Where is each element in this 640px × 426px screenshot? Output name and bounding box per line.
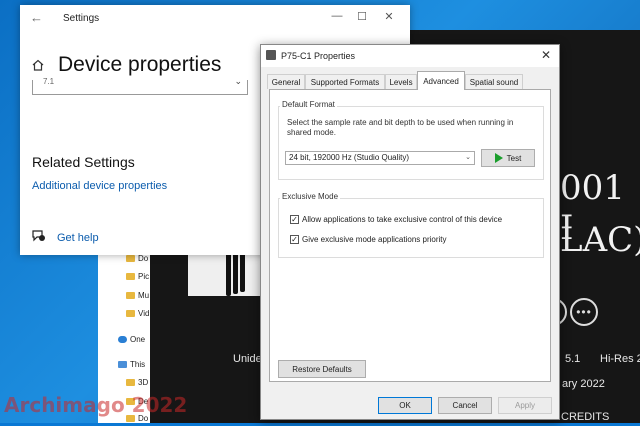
page-title: Device properties bbox=[58, 53, 222, 76]
format-select[interactable]: 24 bit, 192000 Hz (Studio Quality) ⌄ bbox=[285, 151, 475, 165]
restore-defaults-button[interactable]: Restore Defaults bbox=[278, 360, 366, 378]
help-icon bbox=[32, 230, 45, 242]
allow-exclusive-checkbox[interactable]: ✓ bbox=[290, 215, 299, 224]
release-date: ary 2022 bbox=[562, 378, 605, 390]
test-button[interactable]: Test bbox=[481, 149, 535, 167]
properties-dialog: P75-C1 Properties ✕ General Supported Fo… bbox=[260, 44, 560, 420]
speaker-icon bbox=[266, 50, 276, 60]
format-select-value: 24 bit, 192000 Hz (Studio Quality) bbox=[289, 153, 410, 162]
test-button-label: Test bbox=[506, 153, 522, 163]
chevron-down-icon: ⌄ bbox=[234, 76, 242, 86]
album-art bbox=[188, 248, 263, 296]
tab-supported-formats[interactable]: Supported Formats bbox=[305, 74, 385, 89]
hires-info: Hi-Res 2 bbox=[600, 353, 640, 365]
folder-icon bbox=[126, 291, 135, 299]
home-icon bbox=[32, 59, 44, 71]
tab-levels[interactable]: Levels bbox=[385, 74, 417, 89]
cancel-button[interactable]: Cancel bbox=[438, 397, 492, 414]
back-arrow-icon[interactable]: ← bbox=[30, 10, 43, 25]
play-icon bbox=[494, 153, 503, 163]
folder-icon bbox=[126, 309, 135, 317]
allow-exclusive-label: Allow applications to take exclusive con… bbox=[302, 215, 503, 224]
cloud-icon bbox=[118, 335, 127, 343]
chevron-down-icon: ⌄ bbox=[465, 154, 471, 161]
related-settings-heading: Related Settings bbox=[32, 154, 135, 170]
close-icon[interactable]: ✕ bbox=[541, 48, 551, 62]
settings-titlebar: ← Settings — ☐ ✕ bbox=[20, 5, 410, 33]
apply-button[interactable]: Apply bbox=[498, 397, 552, 414]
exclusive-priority-checkbox[interactable]: ✓ bbox=[290, 235, 299, 244]
combo-value: 7.1 bbox=[43, 77, 55, 86]
dialog-title: P75-C1 Properties bbox=[281, 51, 356, 61]
album-title-line2: LAC) bbox=[560, 220, 640, 260]
watermark: Archimago 2022 bbox=[4, 393, 188, 417]
dialog-titlebar: P75-C1 Properties ✕ bbox=[261, 45, 559, 67]
exclusive-mode-group bbox=[278, 198, 544, 258]
settings-title: Settings bbox=[63, 13, 100, 24]
folder-icon bbox=[126, 272, 135, 280]
folder-icon bbox=[126, 254, 135, 262]
tab-general[interactable]: General bbox=[267, 74, 305, 89]
additional-device-properties-link[interactable]: Additional device properties bbox=[32, 180, 167, 192]
computer-icon bbox=[118, 360, 127, 368]
ok-button[interactable]: OK bbox=[378, 397, 432, 414]
close-icon[interactable]: ✕ bbox=[382, 10, 396, 23]
folder-icon bbox=[126, 378, 135, 386]
get-help-link[interactable]: Get help bbox=[57, 232, 99, 244]
exclusive-mode-label: Exclusive Mode bbox=[280, 192, 341, 201]
maximize-icon[interactable]: ☐ bbox=[355, 10, 369, 23]
channel-combo[interactable]: 7.1 ⌄ bbox=[32, 76, 248, 95]
format-info: 5.1 bbox=[565, 353, 581, 365]
default-format-label: Default Format bbox=[280, 100, 337, 109]
more-dots-icon[interactable]: ••• bbox=[570, 298, 598, 326]
exclusive-priority-label: Give exclusive mode applications priorit… bbox=[302, 235, 447, 244]
minimize-icon[interactable]: — bbox=[330, 10, 344, 22]
default-format-description: Select the sample rate and bit depth to … bbox=[287, 118, 514, 137]
tab-spatial-sound[interactable]: Spatial sound bbox=[465, 74, 523, 89]
tab-advanced[interactable]: Advanced bbox=[417, 71, 465, 90]
artist-name[interactable]: Unide bbox=[233, 353, 262, 365]
credits-tab[interactable]: CREDITS bbox=[561, 411, 609, 423]
